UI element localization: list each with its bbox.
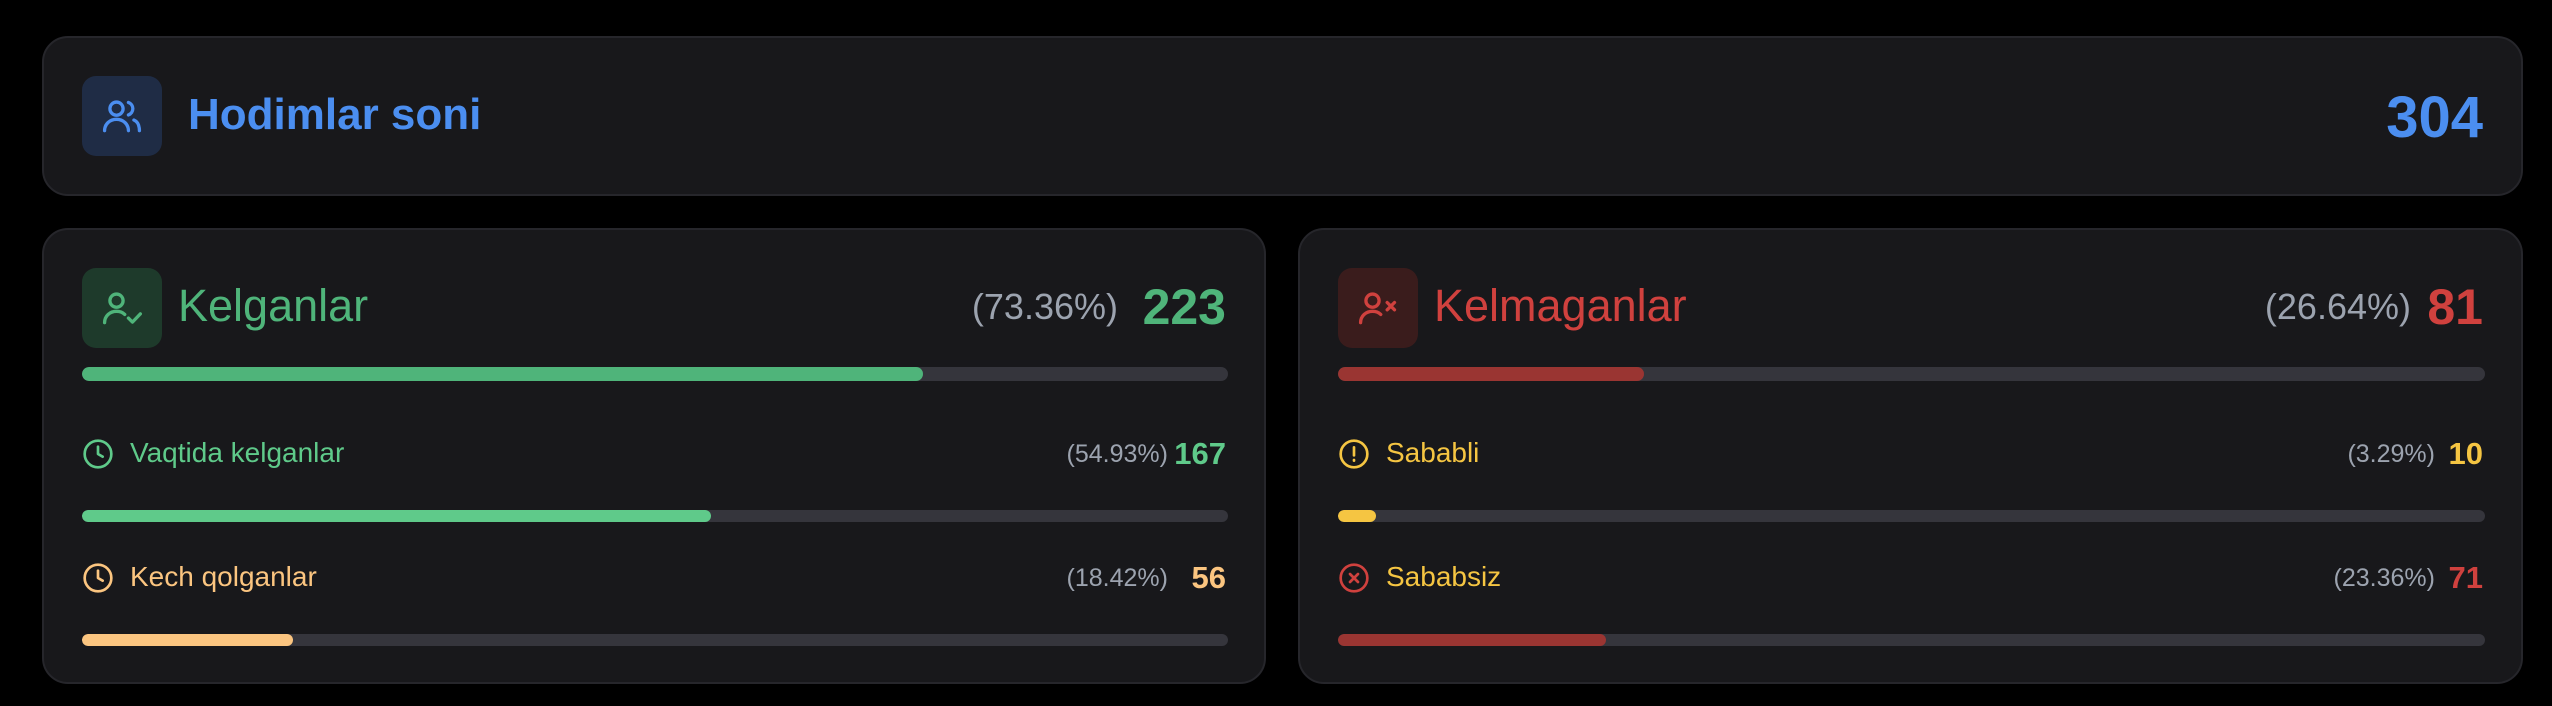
x-circle-icon xyxy=(1339,563,1369,593)
unexcused-value: 71 xyxy=(2448,560,2483,595)
absent-progress-bar xyxy=(1338,367,2485,381)
total-value: 304 xyxy=(2386,85,2483,150)
late-progress-fill xyxy=(82,634,294,646)
user-x-icon xyxy=(1338,268,1418,348)
total-employees-card: Hodimlar soni 304 xyxy=(42,36,2523,196)
clock-icon xyxy=(83,439,113,469)
user-check-icon xyxy=(82,268,162,348)
absent-card: Kelmaganlar (26.64%) 81 Sababli (3.29%) … xyxy=(1298,228,2523,684)
excused-progress-bar xyxy=(1338,510,2485,522)
late-progress-bar xyxy=(82,634,1228,646)
came-progress-fill xyxy=(82,367,923,381)
came-progress-bar xyxy=(82,367,1228,381)
absent-percent: (26.64%) xyxy=(2264,286,2411,327)
excused-percent: (3.29%) xyxy=(2347,440,2435,468)
late-value: 56 xyxy=(1191,560,1226,595)
excused-value: 10 xyxy=(2448,436,2483,471)
on-time-progress-bar xyxy=(82,510,1228,522)
late-percent: (18.42%) xyxy=(1066,564,1168,592)
unexcused-percent: (23.36%) xyxy=(2333,564,2435,592)
on-time-label: Vaqtida kelganlar xyxy=(130,437,345,468)
unexcused-progress-bar xyxy=(1338,634,2485,646)
clock-icon xyxy=(83,563,113,593)
came-card: Kelganlar (73.36%) 223 Vaqtida kelganlar… xyxy=(42,228,1266,684)
on-time-percent: (54.93%) xyxy=(1066,440,1168,468)
unexcused-progress-fill xyxy=(1338,634,1606,646)
absent-progress-fill xyxy=(1338,367,1644,381)
on-time-progress-fill xyxy=(82,510,712,522)
came-title: Kelganlar xyxy=(178,280,369,331)
late-label: Kech qolganlar xyxy=(130,561,317,592)
on-time-value: 167 xyxy=(1174,436,1226,471)
absent-title: Kelmaganlar xyxy=(1434,280,1687,331)
unexcused-label: Sababsiz xyxy=(1386,561,1502,592)
came-percent: (73.36%) xyxy=(971,286,1118,327)
users-icon xyxy=(82,76,162,156)
excused-progress-fill xyxy=(1338,510,1376,522)
alert-circle-icon xyxy=(1339,439,1369,469)
excused-label: Sababli xyxy=(1386,437,1480,468)
absent-value: 81 xyxy=(2427,279,2483,335)
came-value: 223 xyxy=(1142,279,1226,335)
total-title: Hodimlar soni xyxy=(188,90,482,139)
